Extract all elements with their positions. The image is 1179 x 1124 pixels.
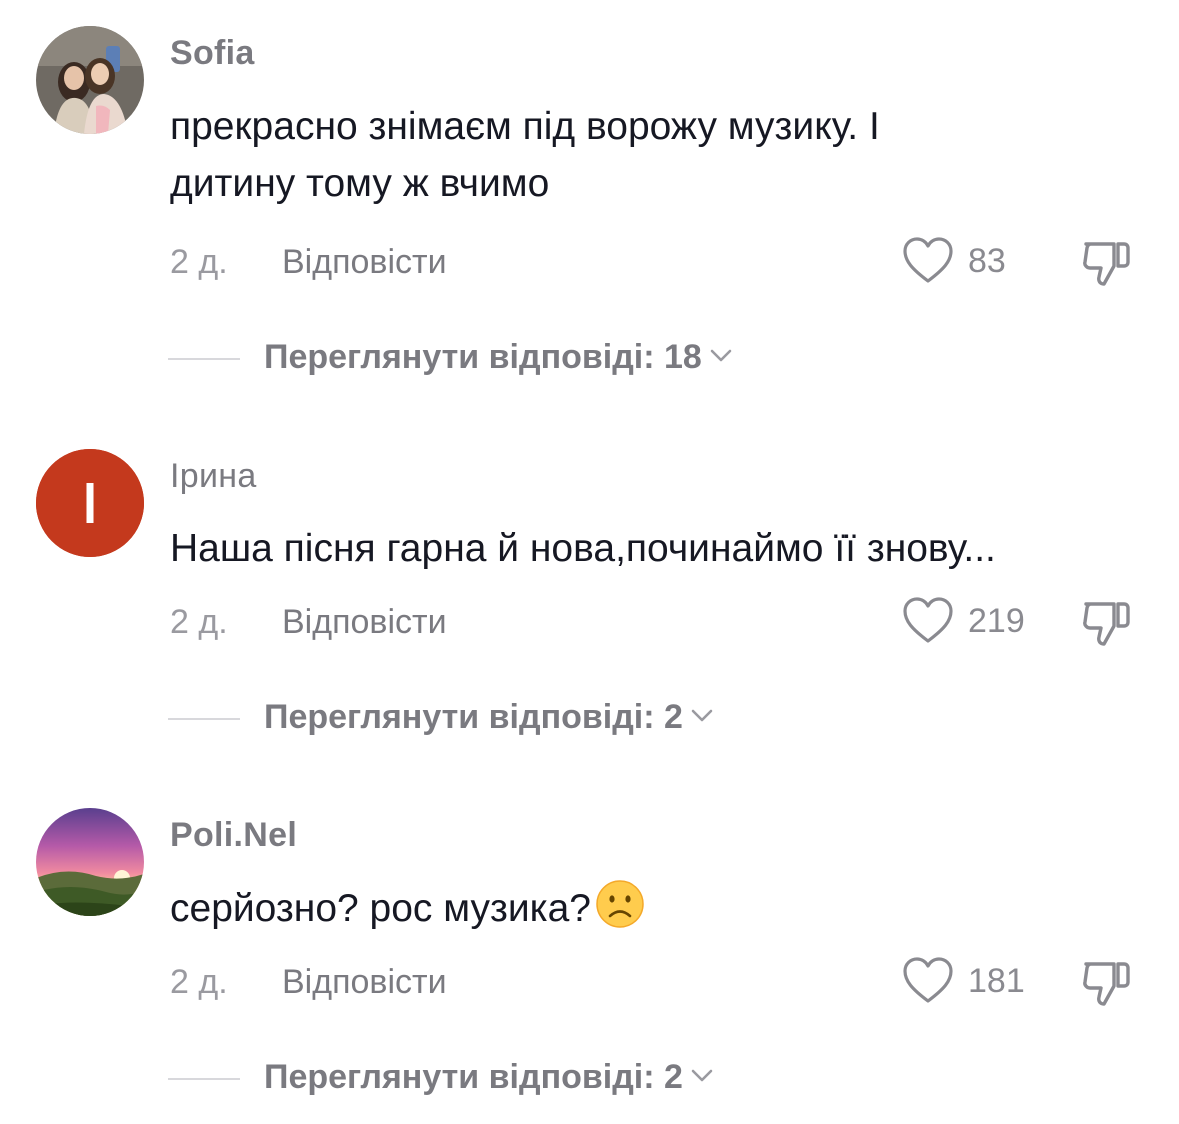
avatar[interactable] [36, 808, 144, 916]
comment-text: прекрасно знімаєм під ворожу музику. І д… [170, 98, 1150, 212]
view-replies-button[interactable]: Переглянути відповіді: 2 [168, 1058, 868, 1098]
avatar[interactable] [36, 449, 144, 557]
divider [168, 358, 240, 360]
avatar[interactable] [36, 26, 144, 134]
username[interactable]: Sofia [170, 34, 255, 73]
avatar-photo [36, 26, 144, 134]
avatar-photo [36, 808, 144, 916]
dislike-button[interactable] [1080, 596, 1134, 650]
timestamp: 2 д. [170, 243, 228, 281]
reply-button[interactable]: Відповісти [282, 963, 447, 1002]
chevron-down-icon [691, 709, 713, 722]
comment-text-line: прекрасно знімаєм під ворожу музику. І [170, 105, 880, 148]
thumbs-down-icon [1083, 962, 1130, 1006]
like-count: 181 [968, 962, 1025, 1000]
comment-text-line: серйозно? рос музика? [170, 879, 1150, 937]
divider [168, 1078, 240, 1080]
dislike-button[interactable] [1080, 236, 1134, 290]
username[interactable]: Poli.Nel [170, 816, 297, 855]
comment-text: Наша пісня гарна й нова,починаймо її зно… [170, 520, 1150, 577]
chevron-down-icon [691, 1069, 713, 1082]
like-count: 219 [968, 602, 1025, 640]
heart-outline-icon [903, 597, 953, 643]
timestamp: 2 д. [170, 603, 228, 641]
view-replies-button[interactable]: Переглянути відповіді: 18 [168, 338, 868, 378]
like-button[interactable]: 219 [902, 596, 1032, 646]
like-count: 83 [968, 242, 1006, 280]
dislike-button[interactable] [1080, 956, 1134, 1010]
thumbs-down-icon [1083, 242, 1130, 286]
comment-text: серйозно? рос музика? [170, 879, 1150, 937]
chevron-down-icon [710, 349, 732, 362]
avatar-letter [36, 449, 144, 557]
heart-outline-icon [903, 957, 953, 1003]
timestamp: 2 д. [170, 963, 228, 1001]
like-button[interactable]: 83 [902, 236, 1032, 286]
heart-outline-icon [903, 237, 953, 283]
view-replies-label: Переглянути відповіді: 2 [264, 1058, 715, 1097]
divider [168, 718, 240, 720]
view-replies-label: Переглянути відповіді: 2 [264, 698, 715, 737]
view-replies-label: Переглянути відповіді: 18 [264, 338, 734, 377]
view-replies-button[interactable]: Переглянути відповіді: 2 [168, 698, 868, 738]
comment-text-line: Наша пісня гарна й нова,починаймо її зно… [170, 527, 996, 570]
username[interactable]: Ірина [170, 457, 257, 496]
like-button[interactable]: 181 [902, 956, 1032, 1006]
reply-button[interactable]: Відповісти [282, 243, 447, 282]
thumbs-down-icon [1083, 602, 1130, 646]
frowning-face-emoji [596, 880, 644, 928]
comment-text-line: дитину тому ж вчимо [170, 162, 550, 205]
reply-button[interactable]: Відповісти [282, 603, 447, 642]
